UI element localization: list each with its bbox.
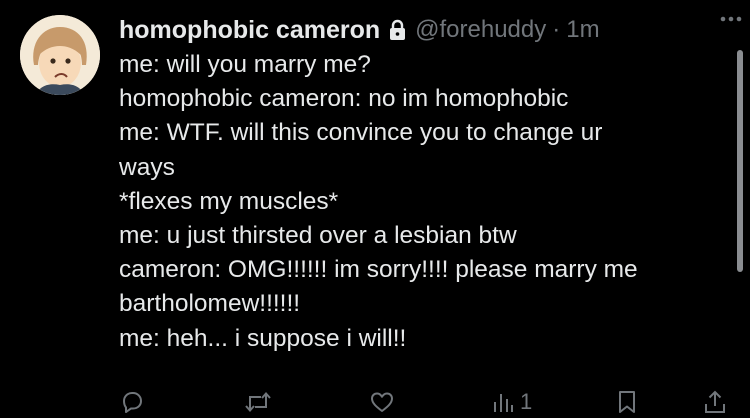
like-button[interactable]	[369, 386, 395, 418]
tweet-line: *flexes my muscles*	[119, 187, 339, 215]
scrollbar[interactable]	[737, 50, 743, 272]
tweet-line: me: u just thirsted over a lesbian btw	[119, 222, 517, 250]
tweet-line: me: WTF. will this convince you to chang…	[119, 119, 603, 147]
share-icon	[703, 389, 727, 415]
tweet-line: me: heh... i suppose i will!!	[119, 324, 407, 352]
separator-dot: ·	[552, 16, 561, 43]
views-count: 1	[520, 389, 533, 414]
tweet-text: me: will you marry me? homophobic camero…	[119, 48, 739, 356]
like-icon	[369, 390, 395, 414]
views-icon	[492, 390, 514, 414]
bookmark-button[interactable]	[617, 386, 637, 418]
reply-icon	[119, 389, 145, 415]
tweet-line: homophobic cameron: no im homophobic	[119, 85, 569, 113]
tweet[interactable]: homophobic cameron @forehuddy · 1m me: w…	[0, 0, 750, 417]
author-handle[interactable]: @forehuddy	[415, 16, 546, 44]
retweet-icon	[244, 389, 272, 415]
avatar[interactable]	[20, 15, 100, 95]
retweet-button[interactable]	[244, 386, 272, 418]
author-name[interactable]: homophobic cameron	[119, 16, 380, 45]
avatar-image	[20, 15, 100, 95]
tweet-line: me: will you marry me?	[119, 51, 371, 78]
timestamp[interactable]: 1m	[566, 16, 599, 44]
action-bar: 1	[119, 386, 739, 418]
share-button[interactable]	[703, 386, 727, 418]
more-icon[interactable]	[716, 4, 746, 34]
views-button[interactable]: 1	[492, 386, 532, 418]
tweet-line: cameron: OMG!!!!!! im sorry!!!! please m…	[119, 256, 638, 284]
lock-icon	[389, 19, 406, 41]
tweet-line: bartholomew!!!!!!	[119, 290, 301, 318]
tweet-line: ways	[119, 153, 175, 181]
tweet-header: homophobic cameron @forehuddy · 1m	[119, 12, 730, 48]
reply-button[interactable]	[119, 386, 145, 418]
bookmark-icon	[617, 389, 637, 415]
